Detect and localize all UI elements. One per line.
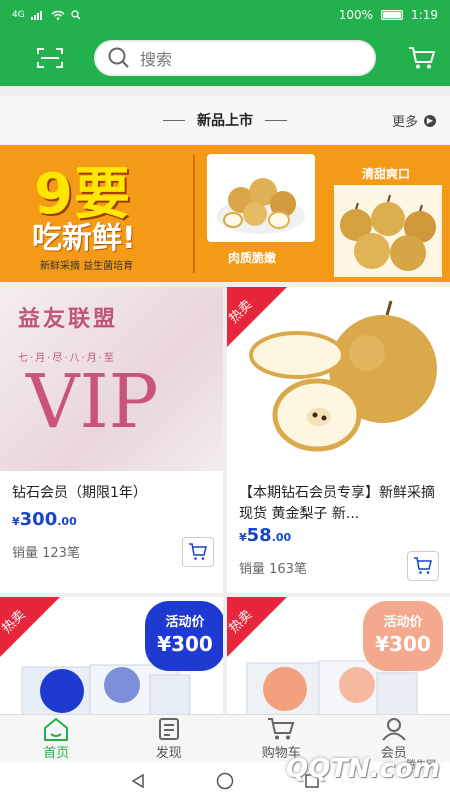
banner-exclaim: ! <box>122 221 136 256</box>
banner-caption-left: 肉质脆嫩 <box>228 251 277 265</box>
pear-pile-image <box>334 185 442 277</box>
discover-icon <box>158 717 179 740</box>
banner-divider <box>193 155 195 273</box>
product-card[interactable]: 热卖 活动价 ¥300 <box>0 597 223 717</box>
wifi-icon <box>51 10 65 20</box>
app-header: 搜索 <box>0 30 450 86</box>
banner-caption-right: 清甜爽口 <box>362 167 411 181</box>
battery-icon <box>381 10 404 20</box>
cart-icon <box>409 47 435 69</box>
tab-discover[interactable]: 发现 <box>113 715 226 762</box>
vip-brand: 益友联盟 <box>18 307 119 332</box>
section-header: 新品上市 更多 ▶ <box>0 96 450 144</box>
signal-icon <box>30 11 42 20</box>
banner-tagline: 新鲜采摘 益生菌培育 <box>40 261 134 272</box>
tab-discover-label: 发现 <box>155 745 182 761</box>
status-left: 4G <box>12 10 81 20</box>
signal-text: 4G <box>12 10 25 20</box>
add-to-cart-button[interactable] <box>182 537 214 567</box>
status-search-icon <box>71 10 81 20</box>
product-sales: 销量 163笔 <box>239 562 307 577</box>
status-bar: 4G 100% 1:19 <box>0 0 450 30</box>
vip-image: 益友联盟 七·月·尽·八·月·至 VIP <box>0 287 223 471</box>
cart-icon <box>268 717 295 739</box>
home-circle-icon[interactable] <box>216 772 234 790</box>
more-link[interactable]: 更多 ▶ <box>392 111 436 130</box>
badge-line2: ¥300 <box>375 632 431 656</box>
clock: 1:19 <box>411 8 438 22</box>
price-integer: 58 <box>246 525 272 546</box>
search-placeholder: 搜索 <box>140 50 173 69</box>
section-title-text: 新品上市 <box>197 113 253 129</box>
product-card[interactable]: 热卖 活动价 ¥300 <box>227 597 450 717</box>
pear-plate-image <box>207 154 315 242</box>
cart-icon <box>414 557 432 574</box>
product-card[interactable]: 热卖 【本期钻石会员专享】新鲜采摘现货 黄金梨子 新... ¥58.00 销量 … <box>227 287 450 593</box>
promo-price-badge: 活动价 ¥300 <box>145 601 223 671</box>
pear-plate-illustration <box>217 178 305 234</box>
product-title: 【本期钻石会员专享】新鲜采摘现货 黄金梨子 新... <box>239 485 435 522</box>
price-currency: ¥ <box>12 515 20 528</box>
product-card[interactable]: 益友联盟 七·月·尽·八·月·至 VIP 钻石会员（期限1年） ¥300.00 … <box>0 287 223 593</box>
search-icon <box>108 47 129 68</box>
more-label: 更多 <box>391 115 418 130</box>
chevron-right-icon: ▶ <box>424 114 436 127</box>
price-decimal: .00 <box>57 515 77 528</box>
promo-price-badge: 活动价 ¥300 <box>363 601 443 671</box>
member-icon <box>381 717 406 741</box>
product-title: 钻石会员（期限1年） <box>12 485 147 501</box>
product-sales: 销量 123笔 <box>12 546 80 561</box>
cart-icon <box>189 543 207 560</box>
price-decimal: .00 <box>271 531 292 544</box>
section-title: 新品上市 <box>163 110 287 130</box>
tab-home[interactable]: 首页 <box>0 715 113 762</box>
badge-line1: 活动价 <box>383 615 423 630</box>
battery-percent: 100% <box>338 8 374 22</box>
status-right: 100% 1:19 <box>339 8 438 22</box>
scan-icon <box>37 48 63 68</box>
banner-subline: 吃新鲜! <box>32 213 136 257</box>
product-price: ¥300.00 <box>12 509 77 530</box>
price-integer: 300 <box>19 509 58 530</box>
badge-line1: 活动价 <box>165 615 205 630</box>
header-cart-button[interactable] <box>394 30 450 86</box>
badge-line2: ¥300 <box>157 632 213 656</box>
vip-big-text: VIP <box>26 359 159 445</box>
product-price: ¥58.00 <box>239 525 291 546</box>
home-icon <box>44 717 69 741</box>
tab-home-label: 首页 <box>43 745 70 761</box>
add-to-cart-button[interactable] <box>407 551 439 581</box>
promo-banner[interactable]: 9要 吃新鲜! 新鲜采摘 益生菌培育 肉质脆嫩 清甜爽口 <box>0 145 450 282</box>
search-input[interactable]: 搜索 <box>94 40 376 76</box>
scan-button[interactable] <box>22 30 78 86</box>
title-rule-left <box>163 119 185 121</box>
watermark-logo: QQTN.com <box>286 754 440 784</box>
title-rule-right <box>265 119 287 121</box>
back-icon[interactable] <box>130 773 146 789</box>
banner-subline-text: 吃新鲜 <box>32 221 122 256</box>
price-currency: ¥ <box>239 531 247 544</box>
